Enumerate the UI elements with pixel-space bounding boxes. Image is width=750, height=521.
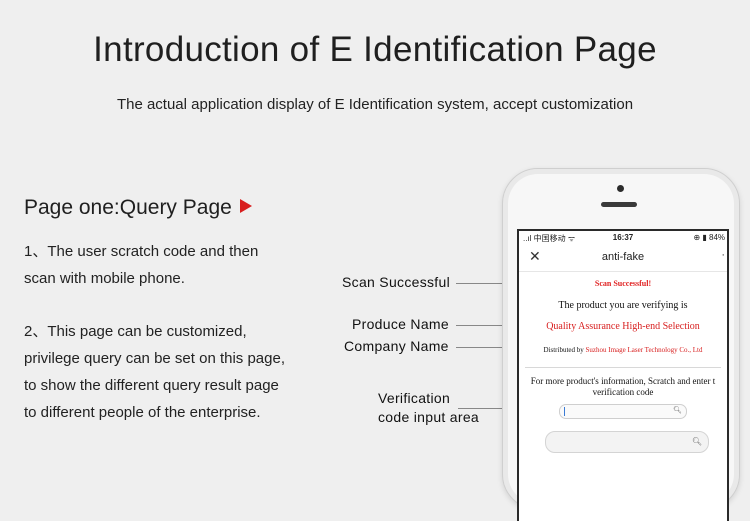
paragraph-2-line: privilege query can be set on this page,: [24, 350, 285, 367]
annotation-produce-name: Produce Name: [352, 316, 449, 332]
verifying-text: The product you are verifying is: [558, 300, 688, 311]
search-icon[interactable]: 🔍︎: [673, 406, 682, 414]
annotation-scan-successful: Scan Successful: [342, 274, 450, 290]
company-line: Distributed by Suzhou Image Laser Techno…: [519, 346, 727, 354]
more-icon[interactable]: ·: [721, 249, 725, 261]
paragraph-1-line: scan with mobile phone.: [24, 270, 185, 287]
nav-bar: ✕ anti-fake ·: [519, 245, 727, 272]
distributed-by-label: Distributed by: [543, 346, 584, 354]
divider: [525, 367, 721, 368]
annotation-verification: code input area: [378, 409, 480, 425]
product-name: Quality Assurance High-end Selection: [546, 321, 700, 332]
section-title-text: Page one:Query Page: [24, 196, 232, 219]
info-line: For more product's information, Scratch …: [530, 376, 716, 386]
section-title: Page one:Query Page: [24, 196, 252, 220]
battery-indicator: ⊕ ▮ 84%: [693, 233, 725, 242]
company-name: Suzhou Image Laser Technology Co., Ltd: [585, 346, 703, 354]
phone-screen: ..ıl 中国移动 ᯤ 16:37 ⊕ ▮ 84% ✕ anti-fake · …: [517, 229, 729, 521]
annotation-company-name: Company Name: [344, 338, 449, 354]
text-caret: [564, 407, 565, 416]
annotation-verification: Verification: [378, 390, 451, 406]
info-line: verification code: [592, 387, 654, 397]
nav-title: anti-fake: [601, 251, 645, 263]
phone-mockup: ..ıl 中国移动 ᯤ 16:37 ⊕ ▮ 84% ✕ anti-fake · …: [502, 168, 740, 521]
paragraph-1: 1、The user scratch code and then scan wi…: [24, 238, 258, 292]
status-bar: ..ıl 中国移动 ᯤ 16:37 ⊕ ▮ 84%: [519, 231, 727, 245]
verification-code-input[interactable]: 🔍︎: [559, 404, 687, 419]
paragraph-2-line: to different people of the enterprise.: [24, 404, 261, 421]
play-arrow-icon: [239, 199, 252, 213]
info-text: For more product's information, Scratch …: [519, 376, 727, 398]
paragraph-2-line: to show the different query result page: [24, 377, 279, 394]
scan-success-text: Scan Successful!: [594, 279, 652, 288]
paragraph-2: 2、This page can be customized, privilege…: [24, 318, 285, 426]
paragraph-2-line: 2、This page can be customized,: [24, 323, 247, 340]
query-input[interactable]: 🔍︎: [545, 431, 709, 453]
speaker-icon: [601, 202, 637, 207]
paragraph-1-line: 1、The user scratch code and then: [24, 243, 259, 260]
search-icon[interactable]: 🔍︎: [692, 437, 702, 446]
page-title: Introduction of E Identification Page: [93, 30, 657, 69]
camera-icon: [617, 185, 624, 192]
page-subtitle: The actual application display of E Iden…: [116, 96, 634, 113]
